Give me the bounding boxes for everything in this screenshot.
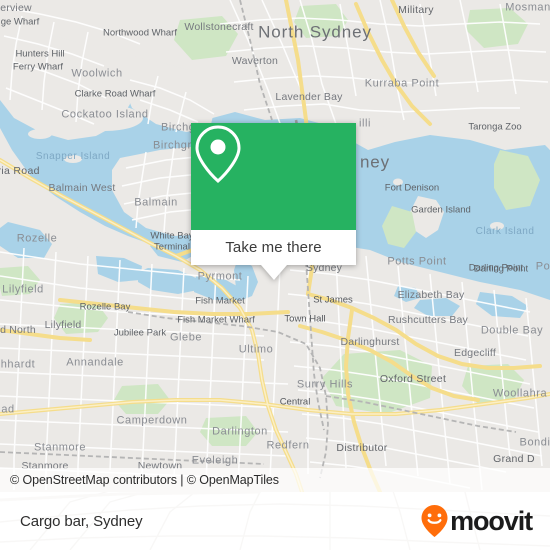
callout-tail xyxy=(260,265,287,280)
callout-header xyxy=(191,123,356,230)
moovit-wordmark: moovit xyxy=(450,505,533,536)
place-title: Cargo bar, Sydney xyxy=(20,512,143,530)
location-pin-icon xyxy=(195,125,241,184)
take-me-there-label: Take me there xyxy=(225,239,322,256)
moovit-smiley-pin-icon xyxy=(421,505,448,537)
footer-bar: Cargo bar, Sydney moovit xyxy=(0,492,550,550)
moovit-logo[interactable]: moovit xyxy=(420,504,550,538)
attribution-text[interactable]: © OpenStreetMap contributors | © OpenMap… xyxy=(0,473,279,487)
take-me-there-button[interactable]: Take me there xyxy=(191,230,356,265)
map-canvas[interactable]: erview ge Wharf Northwood Wharf Wollstonecr… xyxy=(0,0,550,492)
map-screen: erview ge Wharf Northwood Wharf Wollstonecr… xyxy=(0,0,550,550)
map-callout-card[interactable]: Take me there xyxy=(191,123,356,280)
map-attribution-bar: © OpenStreetMap contributors | © OpenMap… xyxy=(0,468,550,492)
